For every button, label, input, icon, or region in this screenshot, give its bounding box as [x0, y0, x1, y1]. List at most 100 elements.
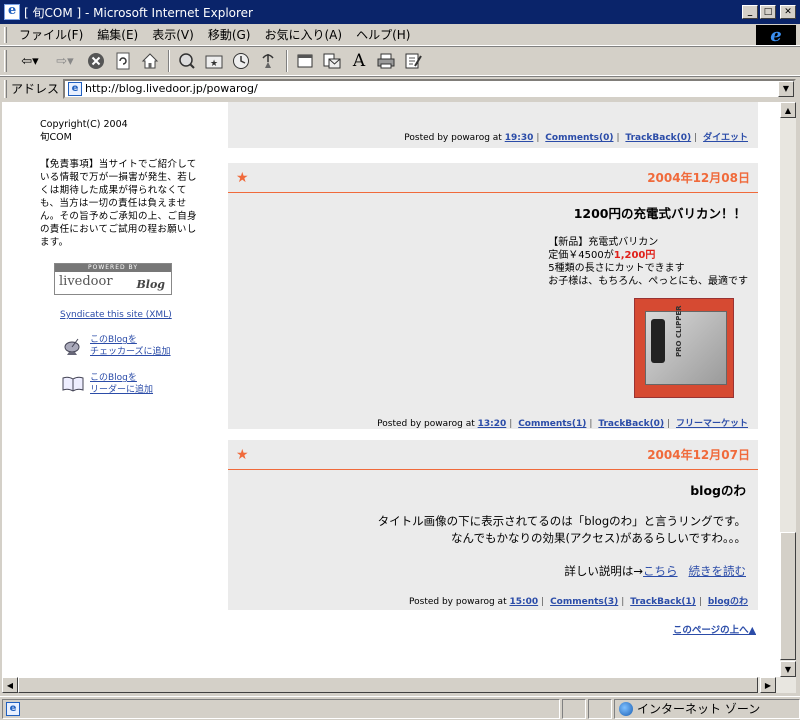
status-cell — [588, 698, 612, 719]
back-button[interactable]: ⇦▾ — [13, 49, 47, 73]
toolbar-separator — [286, 50, 288, 72]
add-to-reader: このBlogを リーダーに追加 — [40, 372, 200, 396]
post-time-link[interactable]: 19:30 — [505, 133, 534, 143]
post-title: 1200円の充電式バリカン！！ — [573, 206, 746, 221]
toolbar: ⇦▾ ⇨▾ ★ A — [0, 46, 800, 76]
home-button[interactable] — [137, 49, 163, 73]
fullscreen-icon — [296, 52, 314, 70]
fullscreen-button[interactable] — [292, 49, 318, 73]
menu-edit[interactable]: 編集(E) — [91, 24, 144, 45]
address-label: アドレス — [11, 82, 60, 96]
post-time-link[interactable]: 15:00 — [509, 597, 538, 607]
add-to-reader-link[interactable]: このBlogを リーダーに追加 — [90, 372, 153, 396]
address-bar: アドレス e http://blog.livedoor.jp/powarog/ … — [0, 76, 800, 100]
product-photo[interactable]: PRO CLIPPER — [634, 298, 734, 398]
comments-link[interactable]: Comments(1) — [518, 419, 586, 429]
mail-button[interactable] — [319, 49, 345, 73]
globe-icon — [619, 701, 633, 716]
star-icon: ★ — [236, 446, 249, 463]
close-button[interactable]: ✕ — [780, 5, 796, 19]
back-icon: ⇦▾ — [21, 53, 39, 69]
toolbar-grip[interactable] — [4, 50, 7, 72]
scroll-left-button[interactable]: ◀ — [2, 677, 18, 693]
svg-text:★: ★ — [210, 59, 218, 69]
blog-post: Posted by powarog at 19:30 | Comments(0) |… — [228, 102, 758, 148]
window-title: [ 旬COM ] - Microsoft Internet Explorer — [24, 5, 253, 20]
address-input[interactable]: e http://blog.livedoor.jp/powarog/ ▼ — [63, 78, 796, 99]
vertical-scrollbar[interactable]: ▲ ▼ — [780, 102, 796, 677]
blog-post: ★ 2004年12月07日 blogのわ タイトル画像の下に表示されてるのは「b… — [228, 440, 758, 610]
history-icon — [232, 52, 250, 70]
mail-icon — [323, 52, 341, 70]
menu-bar: ファイル(F) 編集(E) 表示(V) 移動(G) お気に入り(A) ヘルプ(H… — [0, 24, 800, 46]
menu-help[interactable]: ヘルプ(H) — [350, 24, 416, 45]
print-icon — [377, 52, 395, 70]
menu-file[interactable]: ファイル(F) — [13, 24, 89, 45]
maximize-button[interactable]: □ — [760, 5, 776, 19]
channels-button[interactable] — [255, 49, 281, 73]
edit-icon — [404, 52, 422, 70]
menu-favorites[interactable]: お気に入り(A) — [258, 24, 348, 45]
minimize-button[interactable]: _ — [742, 5, 758, 19]
stop-button[interactable] — [83, 49, 109, 73]
sidebar: Copyright(C) 2004 旬COM 【免責事項】当サイトでご紹介してい… — [40, 118, 200, 410]
forward-button[interactable]: ⇨▾ — [48, 49, 82, 73]
toolbar-separator — [168, 50, 170, 72]
back-to-top-link[interactable]: このページの上へ▲ — [673, 622, 756, 636]
comments-link[interactable]: Comments(3) — [550, 597, 618, 607]
search-button[interactable] — [174, 49, 200, 73]
details-link[interactable]: こちら — [643, 564, 678, 578]
ie-logo-icon: e — [756, 25, 796, 46]
disclaimer: 【免責事項】当サイトでご紹介している情報で万が一損害が発生、若しくは期待した成果… — [40, 159, 197, 248]
refresh-button[interactable] — [110, 49, 136, 73]
status-cell — [562, 698, 586, 719]
trackback-link[interactable]: TrackBack(1) — [630, 597, 696, 607]
scroll-down-button[interactable]: ▼ — [780, 661, 796, 677]
continue-reading-link[interactable]: 続きを読む — [689, 564, 747, 578]
add-to-checkers-link[interactable]: このBlogを チェッカーズに追加 — [90, 334, 171, 358]
post-body: タイトル画像の下に表示されてるのは「blogのわ」と言うリングです。 なんでもか… — [377, 514, 747, 578]
menu-grip[interactable] — [4, 26, 7, 43]
title-bar: [ 旬COM ] - Microsoft Internet Explorer _… — [0, 0, 800, 24]
category-link[interactable]: ダイエット — [703, 133, 748, 143]
post-time-link[interactable]: 13:20 — [478, 419, 507, 429]
menu-view[interactable]: 表示(V) — [146, 24, 200, 45]
trackback-link[interactable]: TrackBack(0) — [625, 133, 691, 143]
address-dropdown-button[interactable]: ▼ — [778, 80, 794, 97]
category-link[interactable]: フリーマーケット — [676, 419, 748, 429]
status-bar: e インターネット ゾーン — [0, 696, 800, 720]
menu-go[interactable]: 移動(G) — [202, 24, 257, 45]
page-icon: e — [6, 701, 20, 716]
star-icon: ★ — [236, 169, 249, 186]
print-button[interactable] — [373, 49, 399, 73]
scroll-up-button[interactable]: ▲ — [780, 102, 796, 118]
copyright: Copyright(C) 2004 旬COM — [40, 119, 128, 143]
font-button[interactable]: A — [346, 49, 372, 73]
book-icon — [60, 373, 86, 395]
font-icon: A — [352, 51, 366, 71]
syndicate-link[interactable]: Syndicate this site (XML) — [60, 309, 200, 322]
status-text: e — [2, 698, 560, 719]
post-body: 【新品】充電式バリカン 定価￥4500が1,200円 5種類の長さにカットできま… — [548, 237, 748, 287]
category-link[interactable]: blogのわ — [708, 597, 748, 607]
post-title: blogのわ — [690, 483, 746, 498]
add-to-checkers: このBlogを チェッカーズに追加 — [40, 334, 200, 358]
livedoor-blog-logo[interactable]: POWERED BY livedoor Blog — [54, 263, 172, 295]
post-date: 2004年12月08日 — [647, 171, 750, 185]
post-footer: Posted by powarog at 15:00 | Comments(3) |… — [409, 597, 748, 607]
favorites-button[interactable]: ★ — [201, 49, 227, 73]
horizontal-scrollbar[interactable]: ◀ ▶ — [2, 677, 796, 693]
post-footer: Posted by powarog at 13:20 | Comments(1) |… — [377, 419, 748, 429]
scroll-right-button[interactable]: ▶ — [760, 677, 776, 693]
history-button[interactable] — [228, 49, 254, 73]
vertical-scroll-thumb[interactable] — [780, 532, 796, 660]
trackback-link[interactable]: TrackBack(0) — [598, 419, 664, 429]
forward-icon: ⇨▾ — [56, 53, 74, 69]
favorites-icon: ★ — [205, 52, 223, 70]
horizontal-scroll-thumb[interactable] — [18, 677, 758, 693]
blog-post: ★ 2004年12月08日 1200円の充電式バリカン！！ 【新品】充電式バリカ… — [228, 163, 758, 429]
address-url[interactable]: http://blog.livedoor.jp/powarog/ — [85, 82, 258, 95]
address-grip[interactable] — [4, 79, 7, 98]
edit-button[interactable] — [400, 49, 426, 73]
comments-link[interactable]: Comments(0) — [545, 133, 613, 143]
